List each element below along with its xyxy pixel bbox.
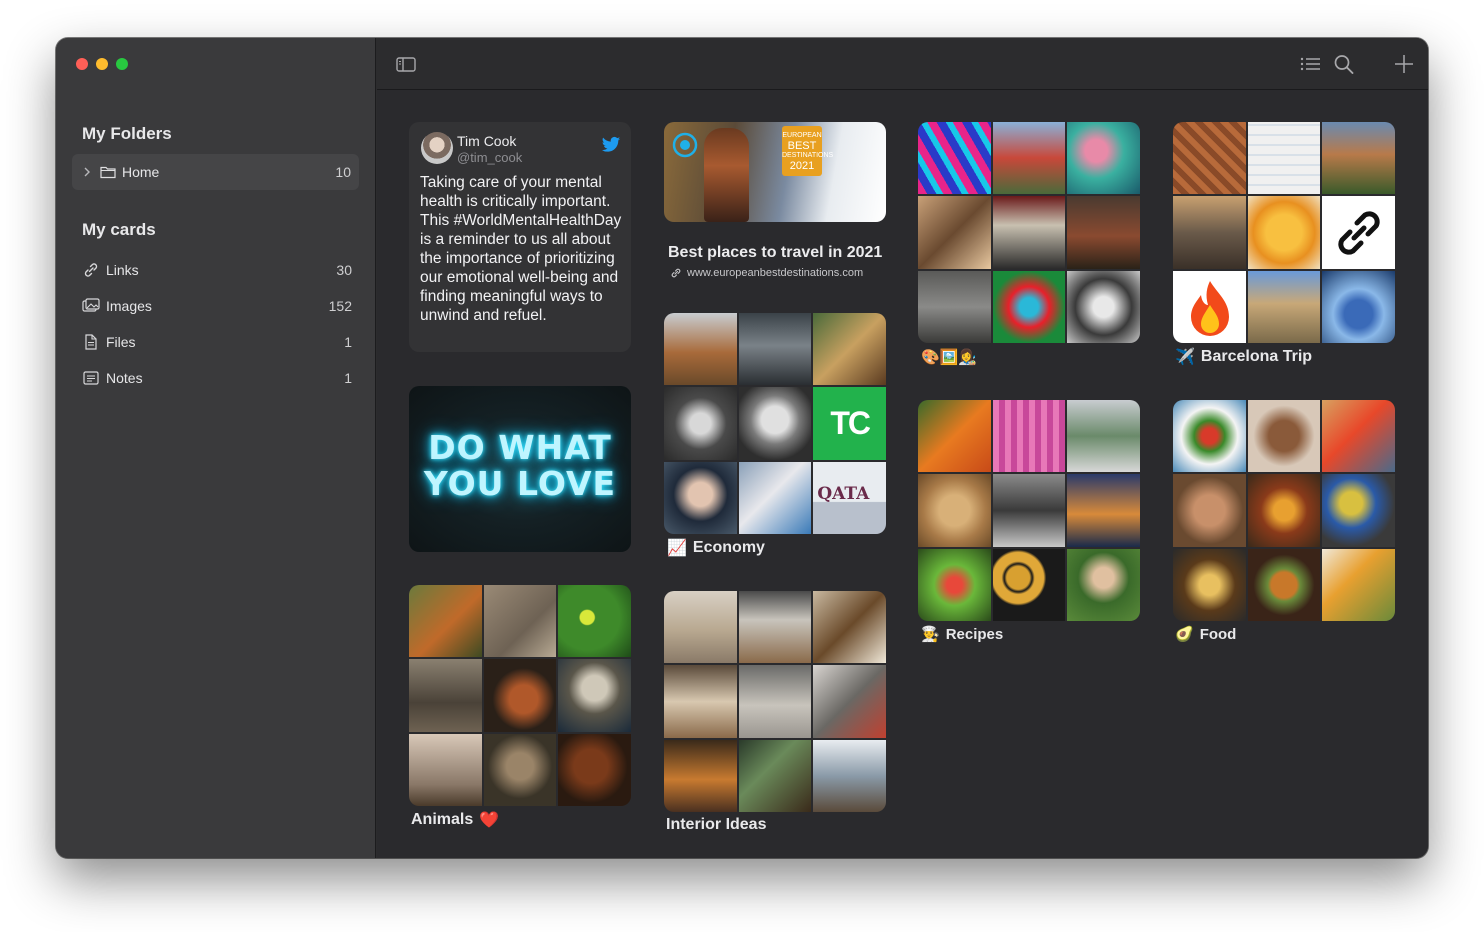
sidebar-item-files[interactable]: Files 1 (82, 330, 352, 354)
tweet-text: Taking care of your mental health is cri… (420, 174, 622, 324)
window-controls (76, 58, 128, 70)
tweet-card[interactable]: Tim Cook @tim_cook Taking care of your m… (409, 122, 631, 352)
main-content: Tim Cook @tim_cook Taking care of your m… (377, 38, 1428, 858)
plus-icon[interactable] (1393, 54, 1415, 74)
my-folders-heading: My Folders (82, 124, 172, 143)
link-icon (84, 263, 98, 277)
board-interior-ideas[interactable] (664, 591, 886, 812)
board-economy-caption: 📈 Economy (667, 538, 765, 558)
close-window-button[interactable] (76, 58, 88, 70)
folder-name: Home (122, 164, 160, 180)
sidebar-item-label: Notes (106, 370, 143, 386)
board-title: Economy (692, 539, 765, 556)
link-card-image[interactable]: EUROPEAN BEST DESTINATIONS 2021 (664, 122, 886, 222)
sidebar-item-images[interactable]: Images 152 (82, 294, 352, 318)
zoom-window-button[interactable] (116, 58, 128, 70)
board-title: Recipes (945, 625, 1004, 643)
sidebar-item-count: 152 (328, 298, 352, 314)
traveler-figure (704, 128, 749, 222)
fire-emoji-icon (1191, 280, 1229, 336)
toolbar (377, 38, 1428, 90)
chevron-right-icon[interactable] (82, 167, 92, 177)
link-url[interactable]: www.europeanbestdestinations.com (670, 267, 863, 279)
search-icon[interactable] (1333, 54, 1355, 74)
sidebar: My Folders Home 10 My cards Links 30 Ima… (56, 38, 376, 858)
board-recipes[interactable] (918, 400, 1140, 621)
link-url-text: www.europeanbestdestinations.com (687, 267, 864, 279)
qatar-airways-text: QATA (817, 483, 870, 504)
board-title: Interior Ideas (666, 816, 767, 833)
board-food-caption: 🥑 Food (1175, 625, 1237, 644)
board-economy[interactable]: TC QATA (664, 313, 886, 534)
badge-line: BEST (787, 140, 817, 152)
link-icon (671, 268, 681, 278)
neon-text-line1: DO WHAT (428, 428, 612, 467)
my-cards-heading: My cards (82, 220, 156, 239)
board-title: Animals (411, 811, 474, 828)
board-animals[interactable] (409, 585, 631, 806)
chain-link-icon (1338, 211, 1380, 255)
link-title: Best places to travel in 2021 (668, 244, 883, 261)
tweet-author-handle: @tim_cook (457, 150, 523, 165)
badge-line: 2021 (789, 160, 815, 172)
avatar (421, 132, 453, 164)
list-view-icon[interactable] (1299, 54, 1321, 74)
board-barcelona-trip[interactable] (1173, 122, 1395, 343)
app-window: My Folders Home 10 My cards Links 30 Ima… (56, 38, 1428, 858)
notes-icon (83, 371, 99, 385)
airplane-emoji: ✈️ (1175, 349, 1195, 366)
images-icon (82, 298, 100, 312)
minimize-window-button[interactable] (96, 58, 108, 70)
chef-emoji: 👨‍🍳 (921, 626, 940, 643)
board-art[interactable] (918, 122, 1140, 343)
twitter-bird-icon (601, 136, 621, 152)
neon-text-line2: YOU LOVE (423, 464, 617, 503)
chart-emoji: 📈 (667, 540, 687, 557)
file-icon (85, 334, 97, 350)
art-emojis: 🎨🖼️👩‍🎨 (921, 349, 978, 366)
sidebar-item-label: Files (106, 334, 136, 350)
board-barcelona-caption: ✈️ Barcelona Trip (1175, 347, 1312, 367)
board-art-caption: 🎨🖼️👩‍🎨 (921, 348, 977, 366)
board-food[interactable] (1173, 400, 1395, 621)
sidebar-item-label: Images (106, 298, 152, 314)
board-animals-caption: Animals ❤️ (411, 810, 499, 830)
sidebar-item-count: 1 (344, 370, 352, 386)
tweet-author-name: Tim Cook (457, 133, 517, 149)
logo-icon (672, 132, 698, 158)
avocado-emoji: 🥑 (1175, 626, 1194, 643)
neon-quote-card[interactable]: DO WHAT YOU LOVE (409, 386, 631, 552)
board-title: Barcelona Trip (1200, 348, 1313, 365)
award-badge: EUROPEAN BEST DESTINATIONS 2021 (782, 126, 834, 176)
folder-count: 10 (335, 164, 351, 180)
sidebar-item-count: 30 (336, 262, 352, 278)
folder-home[interactable]: Home 10 (72, 154, 359, 190)
badge-line: EUROPEAN (782, 132, 822, 139)
sidebar-item-count: 1 (344, 334, 352, 350)
badge-line: DESTINATIONS (782, 152, 834, 159)
sidebar-item-links[interactable]: Links 30 (82, 258, 352, 282)
techcrunch-logo: TC (830, 404, 871, 441)
sidebar-item-notes[interactable]: Notes 1 (82, 366, 352, 390)
sidebar-item-label: Links (106, 262, 139, 278)
board-interior-caption: Interior Ideas (666, 816, 766, 834)
heart-emoji: ❤️ (479, 812, 500, 829)
board-recipes-caption: 👨‍🍳 Recipes (921, 625, 1004, 644)
folder-icon (100, 166, 116, 179)
sidebar-toggle-icon[interactable] (395, 54, 417, 74)
board-title: Food (1199, 625, 1237, 643)
